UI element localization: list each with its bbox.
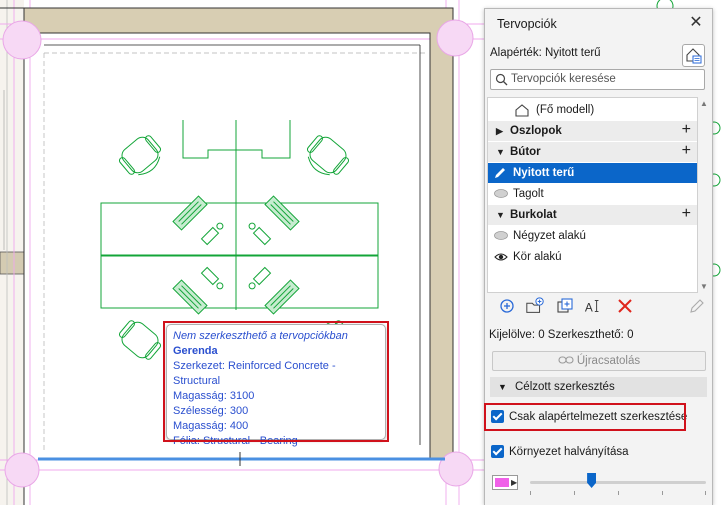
tree-option-label: Nyitott terű (513, 167, 575, 179)
targeted-edit-section[interactable]: ▼ Célzott szerkesztés (490, 377, 707, 397)
tree-option-label: Négyzet alakú (513, 230, 586, 242)
expanded-arrow-icon[interactable]: ▼ (496, 205, 505, 225)
slider-tick (574, 491, 575, 495)
slider-tick (530, 491, 531, 495)
svg-text:A: A (585, 300, 593, 314)
tooltip-element-name: Gerenda (173, 345, 218, 357)
add-option-icon[interactable]: + (682, 141, 691, 161)
default-option-label: Alapérték: Nyitott terű (490, 47, 601, 59)
color-swatch (495, 478, 509, 487)
fade-context-checkbox[interactable] (491, 445, 504, 458)
element-info-tooltip: Nem szerkeszthető a tervopciókban Gerend… (166, 324, 386, 447)
tree-option-divided[interactable]: Tagolt (488, 184, 697, 204)
new-folder-icon[interactable] (525, 296, 545, 316)
tree-option-label: Kör alakú (513, 251, 562, 263)
tooltip-line: Magasság: 3100 (173, 390, 255, 402)
play-arrow-icon: ▶ (511, 478, 518, 487)
duplicate-icon[interactable] (555, 296, 575, 316)
tree-item-label: (Fő modell) (536, 104, 595, 116)
delete-icon[interactable] (615, 296, 635, 316)
eye-open-icon[interactable] (494, 252, 508, 262)
close-icon[interactable]: ✕ (688, 15, 704, 31)
tooltip-line: Fólia: Structural - Bearing (173, 435, 298, 447)
add-circle-icon[interactable] (497, 296, 517, 316)
eye-closed-icon[interactable] (494, 231, 508, 240)
options-toolbar: A (487, 294, 710, 318)
tooltip-line: Magasság: 400 (173, 420, 249, 432)
slider-tick (662, 491, 663, 495)
panel-header: Tervopciók ✕ (485, 9, 712, 39)
tree-option-circle[interactable]: Kör alakú (488, 247, 697, 267)
slider-tick (705, 491, 706, 495)
tree-group-label: Oszlopok (510, 125, 562, 137)
fade-slider-track[interactable] (530, 481, 706, 484)
tree-group-covering[interactable]: ▼ Burkolat + (488, 205, 697, 225)
search-icon (495, 73, 508, 86)
tree-group-label: Burkolat (510, 209, 557, 221)
fade-slider-thumb[interactable] (587, 473, 597, 488)
add-option-icon[interactable]: + (682, 120, 691, 140)
tooltip-header: Nem szerkeszthető a tervopciókban (173, 330, 348, 342)
scroll-up-icon[interactable]: ▲ (700, 99, 708, 108)
tree-option-open-plan[interactable]: Nyitott terű (488, 163, 697, 183)
tree-group-label: Bútor (510, 146, 541, 158)
section-label: Célzott szerkesztés (515, 381, 615, 393)
expanded-arrow-icon[interactable]: ▼ (496, 142, 505, 162)
checkbox-label: Csak alapértelmezett szerkesztése (509, 411, 688, 423)
tooltip-line: Szerkezet: Reinforced Concrete - Structu… (173, 360, 336, 387)
link-icon (558, 356, 574, 364)
search-input[interactable]: Tervopciók keresése (490, 69, 705, 90)
scroll-down-icon[interactable]: ▼ (700, 282, 708, 291)
home-layers-icon (686, 48, 702, 64)
tree-group-furniture[interactable]: ▼ Bútor + (488, 142, 697, 162)
tree-option-square[interactable]: Négyzet alakú (488, 226, 697, 246)
checkbox-label: Környezet halványítása (509, 446, 629, 458)
selection-counts: Kijelölve: 0 Szerkeszthető: 0 (489, 329, 634, 341)
rename-icon[interactable]: A (583, 296, 603, 316)
slider-tick (618, 491, 619, 495)
set-default-button[interactable] (682, 44, 705, 67)
tree-group-columns[interactable]: ▶ Oszlopok + (488, 121, 697, 141)
design-options-panel: Tervopciók ✕ Alapérték: Nyitott terű Ter… (484, 8, 713, 505)
tree-option-label: Tagolt (513, 188, 544, 200)
house-icon (515, 104, 529, 117)
add-option-icon[interactable]: + (682, 204, 691, 224)
design-options-tree: (Fő modell) ▶ Oszlopok + ▼ Bútor + Nyito… (487, 97, 698, 293)
fade-color-picker[interactable]: ▶ (492, 475, 518, 490)
tree-scrollbar[interactable]: ▲ ▼ (698, 97, 710, 293)
relink-label: Újracsatolás (576, 355, 641, 367)
eye-closed-icon[interactable] (494, 189, 508, 198)
expanded-arrow-icon[interactable]: ▼ (498, 377, 507, 397)
search-placeholder: Tervopciók keresése (511, 73, 616, 85)
edit-pencil-icon[interactable] (687, 296, 707, 316)
panel-title: Tervopciók (497, 17, 557, 31)
collapsed-arrow-icon[interactable]: ▶ (496, 121, 503, 141)
tree-item-main-model[interactable]: (Fő modell) (488, 100, 697, 120)
relink-button[interactable]: Újracsatolás (492, 351, 706, 371)
default-edit-only-checkbox[interactable] (491, 410, 504, 423)
pencil-icon (495, 168, 505, 178)
tooltip-line: Szélesség: 300 (173, 405, 249, 417)
